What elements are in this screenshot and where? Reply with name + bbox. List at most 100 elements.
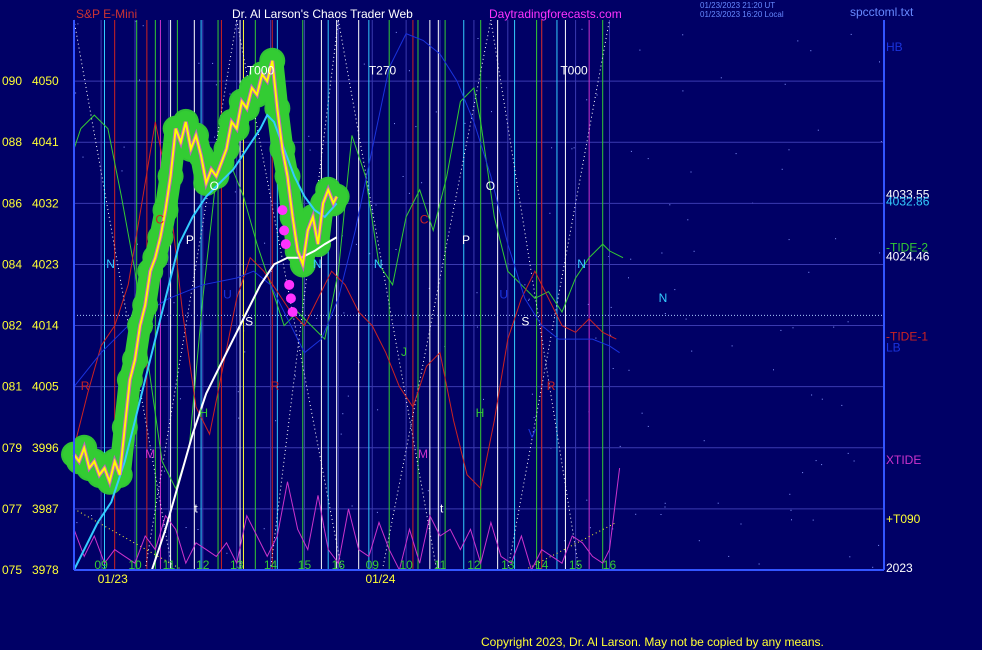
star: [685, 318, 687, 320]
star: [214, 136, 216, 138]
x-tick-label: 13: [230, 558, 244, 572]
star: [847, 321, 849, 323]
annotation-label: J: [401, 345, 407, 359]
date-label: 01/24: [365, 572, 395, 586]
y-tick-label-price: 3987: [32, 502, 59, 516]
star: [589, 527, 591, 529]
right-axis-label: 4024.46: [886, 249, 930, 263]
annotation-label: O: [210, 179, 219, 193]
star: [244, 351, 246, 353]
star: [835, 238, 837, 240]
x-tick-label: 12: [467, 558, 481, 572]
star: [758, 563, 760, 565]
annotation-label: N: [106, 257, 115, 271]
star: [121, 170, 123, 172]
annotation-label: T000: [560, 63, 588, 77]
star: [533, 417, 535, 418]
star: [682, 34, 684, 36]
star: [163, 525, 165, 527]
star: [238, 417, 240, 419]
star: [394, 123, 395, 125]
x-tick-label: 10: [128, 558, 142, 572]
annotation-label: T270: [369, 63, 397, 77]
star: [309, 149, 311, 151]
y-tick-label-left: 086: [2, 196, 22, 210]
star: [571, 148, 573, 150]
star: [408, 192, 410, 194]
right-axis-label: XTIDE: [886, 453, 921, 467]
star: [687, 219, 689, 221]
star: [264, 242, 266, 244]
y-tick-label-price: 4050: [32, 74, 59, 88]
star: [641, 412, 643, 414]
star: [784, 83, 786, 85]
x-tick-label: 16: [603, 558, 617, 572]
star: [351, 505, 353, 507]
x-tick-label: 10: [399, 558, 413, 572]
star: [815, 460, 817, 462]
star: [263, 528, 265, 530]
star: [427, 490, 429, 492]
x-tick-label: 13: [501, 558, 515, 572]
x-tick-label: 15: [569, 558, 583, 572]
site-link[interactable]: Daytradingforecasts.com: [489, 7, 622, 21]
y-tick-label-left: 075: [2, 563, 22, 577]
star: [524, 284, 526, 286]
timestamp-ut: 01/23/2023 21:20 UT: [700, 1, 775, 10]
magenta-marker: [277, 205, 288, 216]
star: [340, 433, 342, 435]
annotation-label: S: [245, 315, 253, 329]
star: [197, 529, 199, 530]
star: [123, 146, 125, 148]
star: [549, 212, 551, 214]
star: [821, 398, 823, 400]
star: [185, 527, 187, 528]
star: [435, 111, 437, 113]
star: [316, 317, 318, 319]
x-tick-label: 09: [366, 558, 380, 572]
star: [363, 63, 365, 65]
right-axis-label: 2023: [886, 561, 913, 575]
star: [664, 506, 666, 508]
data-file-name: spcctoml.txt: [850, 5, 914, 19]
annotation-label: P: [462, 233, 470, 247]
star: [355, 243, 357, 245]
annotation-label: C: [155, 213, 164, 227]
star: [476, 326, 478, 328]
star: [773, 369, 774, 371]
star: [628, 369, 630, 371]
star: [849, 556, 851, 558]
y-tick-label-price: 4041: [32, 135, 59, 149]
star: [872, 566, 874, 568]
star: [142, 25, 144, 27]
chart-canvas: T000 T270 T000N N N NNO OP PS SU UR R RM MH HJC CVt t 0…: [0, 0, 982, 650]
star: [619, 445, 621, 447]
magenta-marker: [285, 293, 296, 304]
star: [674, 289, 676, 291]
star: [630, 150, 632, 152]
star: [308, 135, 310, 137]
star: [402, 176, 404, 177]
y-tick-label-left: 090: [2, 74, 22, 88]
star: [215, 84, 217, 86]
star: [415, 126, 417, 128]
star: [275, 420, 277, 422]
star: [139, 79, 140, 81]
x-tick-label: 14: [264, 558, 278, 572]
star: [780, 329, 782, 331]
right-axis-label: HB: [886, 40, 903, 54]
star: [717, 502, 719, 504]
star: [347, 395, 349, 397]
annotation-label: U: [499, 287, 508, 301]
star: [664, 502, 666, 504]
star: [528, 299, 530, 301]
annotation-label: N: [313, 257, 322, 271]
annotation-label: N: [659, 291, 668, 305]
star: [377, 409, 379, 411]
star: [740, 523, 742, 525]
magenta-marker: [284, 279, 295, 290]
magenta-marker: [287, 306, 298, 317]
star: [635, 513, 637, 515]
star: [581, 28, 583, 30]
y-tick-label-price: 3996: [32, 441, 59, 455]
